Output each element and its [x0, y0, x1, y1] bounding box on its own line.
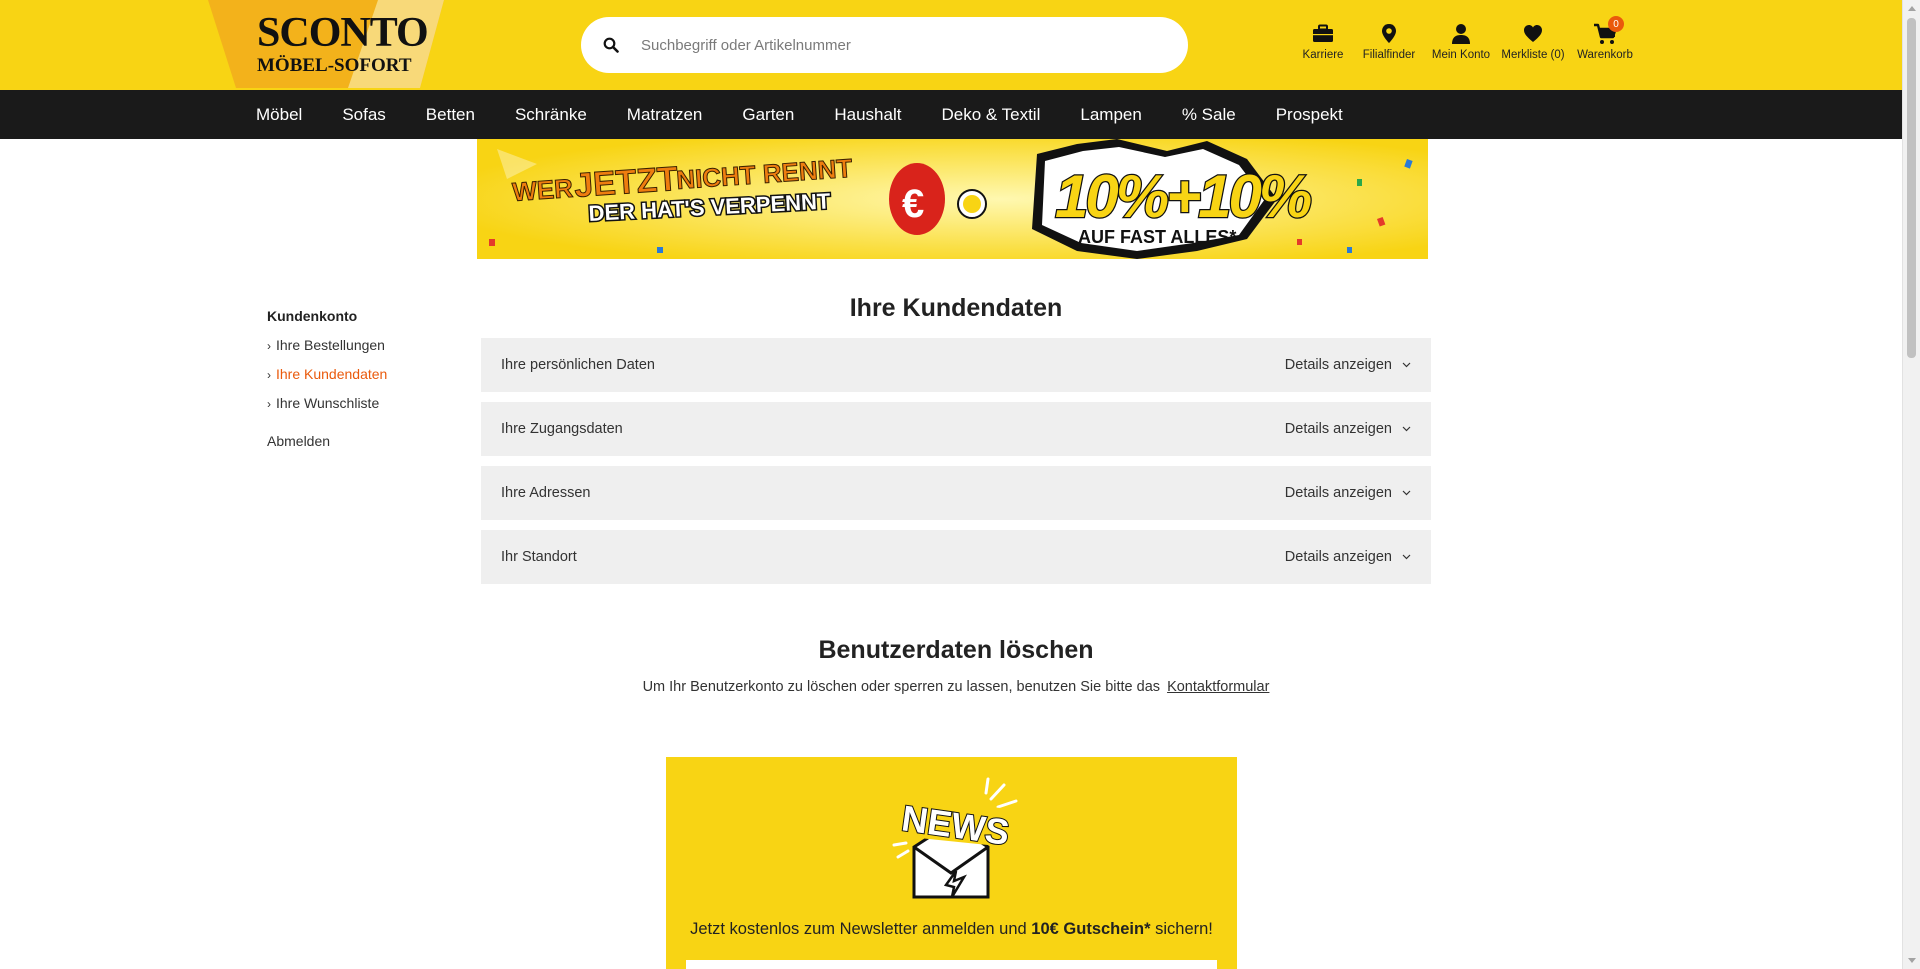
- newsletter-text: Jetzt kostenlos zum Newsletter anmelden …: [666, 920, 1237, 939]
- newsletter-voucher: 10€ Gutschein*: [1031, 920, 1151, 938]
- accordion-location[interactable]: Ihr Standort Details anzeigen: [481, 530, 1431, 584]
- scroll-down-arrow-icon[interactable]: [1908, 958, 1916, 963]
- sidebar-item-kundendaten[interactable]: › Ihre Kundendaten: [267, 366, 387, 382]
- accordion-label: Ihr Standort: [501, 549, 577, 565]
- nav-item-betten[interactable]: Betten: [406, 105, 495, 125]
- details-toggle[interactable]: Details anzeigen: [1285, 549, 1411, 565]
- newsletter-email-field[interactable]: [686, 960, 1217, 969]
- karriere-label: Karriere: [1302, 49, 1344, 61]
- cart-count-badge: 0: [1608, 16, 1624, 32]
- nav-item-prospekt[interactable]: Prospekt: [1256, 105, 1363, 125]
- details-label: Details anzeigen: [1284, 485, 1392, 501]
- logo-text-sconto: SCONTO: [257, 10, 428, 56]
- accordion-label: Ihre Zugangsdaten: [501, 421, 623, 437]
- chevron-down-icon: [1402, 426, 1411, 432]
- user-icon: [1452, 24, 1470, 44]
- chevron-down-icon: [1402, 362, 1411, 368]
- delete-text-paragraph: Um Ihr Benutzerkonto zu löschen oder spe…: [481, 679, 1431, 695]
- search-icon[interactable]: [581, 37, 641, 53]
- nav-item-moebel[interactable]: Möbel: [236, 105, 322, 125]
- promo-offer-text: 10%+10%: [1055, 163, 1311, 230]
- filialfinder-label: Filialfinder: [1362, 49, 1416, 61]
- header: SCONTO MÖBEL-SOFORT Karriere Filialfinde…: [0, 0, 1902, 90]
- nav-item-deko-textil[interactable]: Deko & Textil: [921, 105, 1060, 125]
- details-toggle[interactable]: Details anzeigen: [1285, 485, 1411, 501]
- sidebar-item-label: Ihre Wunschliste: [276, 395, 380, 411]
- news-envelope-icon: NEWS: [892, 777, 1018, 899]
- page-title: Ihre Kundendaten: [849, 294, 1063, 322]
- chevron-down-icon: [1402, 490, 1411, 496]
- sconto-logo[interactable]: SCONTO MÖBEL-SOFORT: [208, 0, 444, 88]
- chevron-right-icon: ›: [267, 339, 271, 353]
- details-label: Details anzeigen: [1284, 357, 1392, 373]
- karriere-link[interactable]: Karriere: [1293, 22, 1353, 61]
- svg-text:€: €: [902, 182, 924, 226]
- sidebar-title: Kundenkonto: [267, 308, 358, 324]
- nav-item-schraenke[interactable]: Schränke: [495, 105, 607, 125]
- newsletter-text-pre: Jetzt kostenlos zum Newsletter anmelden …: [690, 920, 1032, 938]
- delete-account-section: Benutzerdaten löschen Um Ihr Benutzerkon…: [481, 636, 1431, 695]
- page-scrollbar[interactable]: [1902, 0, 1920, 969]
- header-icons: Karriere Filialfinder Mein Konto Merklis…: [1293, 16, 1641, 61]
- accordion-addresses[interactable]: Ihre Adressen Details anzeigen: [481, 466, 1431, 520]
- sidebar-item-wunschliste[interactable]: › Ihre Wunschliste: [267, 395, 387, 411]
- newsletter-box: NEWS Jetzt kostenlos zum Newsletter anme…: [666, 757, 1237, 969]
- mein-konto-link[interactable]: Mein Konto: [1425, 22, 1497, 61]
- logo-text-subtitle: MÖBEL-SOFORT: [257, 55, 412, 76]
- search-input[interactable]: [641, 36, 1161, 54]
- filialfinder-link[interactable]: Filialfinder: [1353, 22, 1425, 61]
- briefcase-icon: [1313, 24, 1333, 42]
- promo-banner[interactable]: WER JETZT NICHT RENNT DER HAT'S VERPENNT…: [477, 139, 1428, 259]
- promo-text-wer: WER: [511, 173, 574, 207]
- details-toggle[interactable]: Details anzeigen: [1285, 421, 1411, 437]
- sidebar-item-bestellungen[interactable]: › Ihre Bestellungen: [267, 337, 387, 353]
- heart-icon: [1524, 25, 1542, 42]
- main-navigation: Möbel Sofas Betten Schränke Matratzen Ga…: [0, 90, 1902, 139]
- chevron-right-icon: ›: [267, 368, 271, 382]
- details-label: Details anzeigen: [1284, 421, 1392, 437]
- accordion-access-data[interactable]: Ihre Zugangsdaten Details anzeigen: [481, 402, 1431, 456]
- chevron-down-icon: [1402, 554, 1411, 560]
- accordion-personal-data[interactable]: Ihre persönlichen Daten Details anzeigen: [481, 338, 1431, 392]
- merkliste-label: Merkliste (0): [1501, 49, 1565, 61]
- warenkorb-link[interactable]: 0 Warenkorb: [1569, 16, 1641, 61]
- newsletter-text-post: sichern!: [1150, 920, 1213, 938]
- scroll-up-arrow-icon[interactable]: [1908, 6, 1916, 11]
- promo-offer-subtext: AUF FAST ALLES*: [1078, 227, 1236, 247]
- details-label: Details anzeigen: [1284, 549, 1392, 565]
- chevron-right-icon: ›: [267, 397, 271, 411]
- nav-item-haushalt[interactable]: Haushalt: [814, 105, 921, 125]
- scrollbar-thumb[interactable]: [1907, 18, 1916, 358]
- search-bar: [581, 17, 1188, 73]
- map-pin-icon: [1382, 24, 1396, 43]
- nav-item-sofas[interactable]: Sofas: [322, 105, 405, 125]
- nav-item-sale[interactable]: % Sale: [1162, 105, 1256, 125]
- account-sidebar: Kundenkonto › Ihre Bestellungen › Ihre Kun…: [267, 308, 387, 449]
- nav-item-lampen[interactable]: Lampen: [1060, 105, 1161, 125]
- delete-text: Um Ihr Benutzerkonto zu löschen oder spe…: [642, 679, 1161, 695]
- merkliste-link[interactable]: Merkliste (0): [1497, 22, 1569, 61]
- sidebar-item-label: Ihre Kundendaten: [276, 366, 388, 382]
- logout-link[interactable]: Abmelden: [267, 433, 387, 449]
- contact-form-link[interactable]: Kontaktformular: [1167, 679, 1269, 695]
- accordion-label: Ihre persönlichen Daten: [501, 357, 655, 373]
- customer-data-section: Ihre Kundendaten Ihre persönlichen Daten…: [481, 294, 1431, 584]
- sidebar-item-label: Ihre Bestellungen: [276, 337, 385, 353]
- accordion-label: Ihre Adressen: [501, 485, 591, 501]
- mein-konto-label: Mein Konto: [1431, 49, 1491, 61]
- nav-item-garten[interactable]: Garten: [722, 105, 814, 125]
- delete-title: Benutzerdaten löschen: [818, 636, 1094, 664]
- details-toggle[interactable]: Details anzeigen: [1285, 357, 1411, 373]
- warenkorb-label: Warenkorb: [1577, 49, 1633, 61]
- nav-item-matratzen[interactable]: Matratzen: [607, 105, 723, 125]
